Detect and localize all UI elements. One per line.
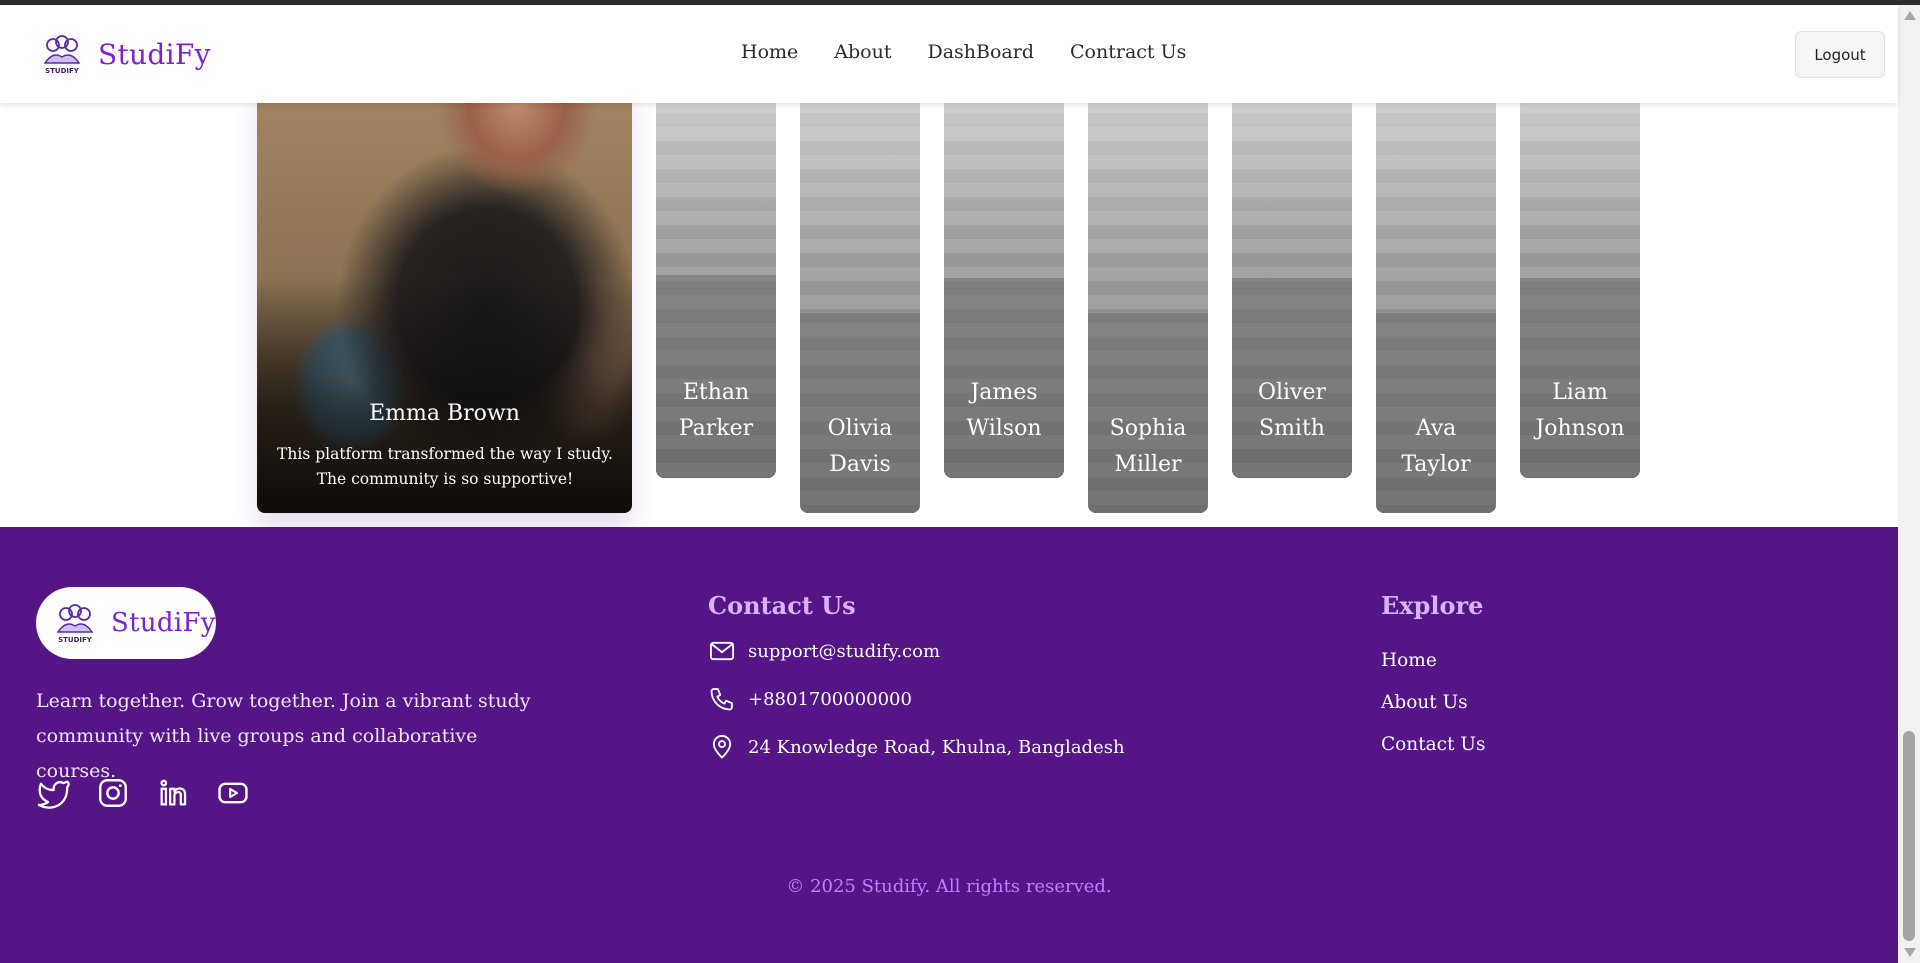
brand[interactable]: STUDIFY StudiFy	[40, 33, 211, 75]
contact-email[interactable]: support@studify.com	[708, 637, 940, 665]
card-name: Sophia Miller	[1109, 416, 1187, 477]
testimonial-card-liam[interactable]: Liam Johnson	[1520, 85, 1640, 478]
featured-name: Emma Brown	[369, 401, 520, 426]
nav-contact[interactable]: Contract Us	[1070, 41, 1186, 63]
footer-description: Learn together. Grow together. Join a vi…	[36, 690, 531, 782]
testimonial-card-ava[interactable]: Ava Taylor	[1376, 85, 1496, 513]
testimonial-card-oliver[interactable]: Oliver Smith	[1232, 85, 1352, 478]
phone-icon	[708, 685, 736, 713]
logo-text: STUDIFY	[58, 636, 93, 644]
brand-name: StudiFy	[98, 37, 211, 71]
testimonial-card-ethan[interactable]: Ethan Parker	[656, 85, 776, 478]
card-name: James Wilson	[966, 380, 1042, 441]
explore-link-home[interactable]: Home	[1381, 650, 1437, 671]
studify-logo-icon: STUDIFY	[56, 604, 94, 644]
nav-dashboard[interactable]: DashBoard	[927, 41, 1034, 63]
twitter-icon[interactable]	[36, 776, 70, 810]
copyright: © 2025 Studify. All rights reserved.	[786, 876, 1112, 897]
page-scrollbar[interactable]	[1898, 5, 1920, 963]
contact-phone[interactable]: +8801700000000	[708, 685, 912, 713]
scroll-up-arrow-icon[interactable]	[1904, 11, 1916, 20]
testimonial-card-sophia[interactable]: Sophia Miller	[1088, 85, 1208, 513]
scrollbar-thumb[interactable]	[1903, 731, 1915, 941]
site-footer: STUDIFY StudiFy Learn together. Grow tog…	[0, 527, 1898, 963]
explore-link-contact[interactable]: Contact Us	[1381, 734, 1485, 755]
testimonial-card-james[interactable]: James Wilson	[944, 85, 1064, 478]
featured-quote: This platform transformed the way I stud…	[277, 445, 613, 488]
logo-text: STUDIFY	[45, 67, 80, 75]
featured-testimonial-card[interactable]: Emma Brown This platform transformed the…	[257, 85, 632, 513]
scroll-down-arrow-icon[interactable]	[1904, 948, 1916, 957]
footer-brand[interactable]: STUDIFY StudiFy	[36, 587, 216, 659]
card-name: Ethan Parker	[678, 380, 754, 441]
instagram-icon[interactable]	[96, 776, 130, 810]
card-name: Oliver Smith	[1257, 380, 1327, 441]
social-links	[36, 776, 250, 810]
site-header: STUDIFY StudiFy Home About DashBoard Con…	[0, 5, 1898, 103]
card-name: Liam Johnson	[1535, 380, 1625, 441]
map-pin-icon	[708, 733, 736, 761]
logout-button[interactable]: Logout	[1795, 31, 1885, 78]
main-nav: Home About DashBoard Contract Us	[741, 41, 1186, 63]
explore-heading: Explore	[1381, 591, 1484, 620]
testimonial-card-olivia[interactable]: Olivia Davis	[800, 85, 920, 513]
card-name: Ava Taylor	[1401, 416, 1471, 477]
footer-brand-name: StudiFy	[111, 608, 216, 638]
card-name: Olivia Davis	[827, 416, 893, 477]
contact-heading: Contact Us	[708, 591, 856, 620]
studify-logo-icon: STUDIFY	[43, 35, 81, 75]
linkedin-icon[interactable]	[156, 776, 190, 810]
nav-about[interactable]: About	[834, 41, 891, 63]
mail-icon	[708, 637, 736, 665]
contact-address: 24 Knowledge Road, Khulna, Bangladesh	[708, 733, 1125, 761]
explore-link-about[interactable]: About Us	[1381, 692, 1468, 713]
nav-home[interactable]: Home	[741, 41, 798, 63]
youtube-icon[interactable]	[216, 776, 250, 810]
